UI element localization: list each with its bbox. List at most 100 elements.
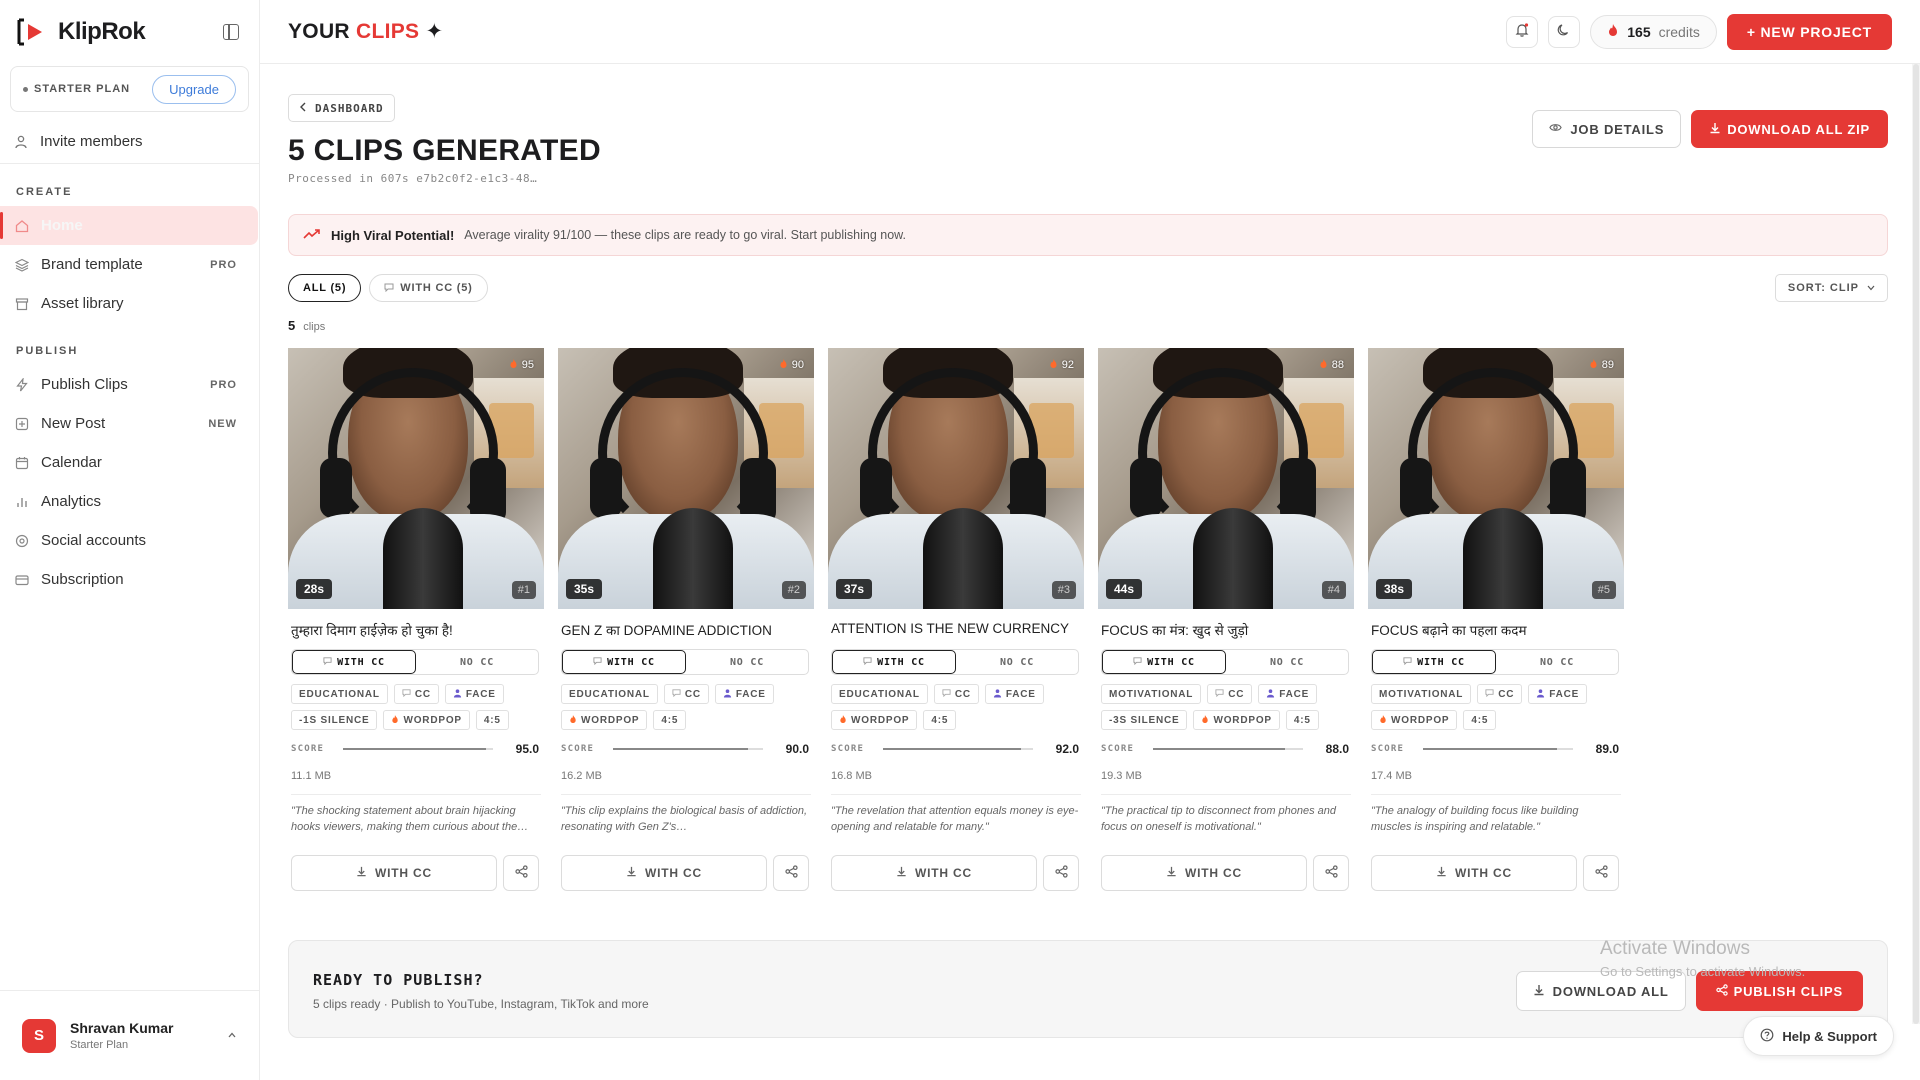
score-bar: [343, 748, 493, 750]
file-size: 16.8 MB: [831, 770, 1081, 795]
chat-bubble-icon: [1485, 688, 1494, 700]
clip-card: 89 38s #5 FOCUS बढ़ाने का पहला कदम WITH …: [1368, 348, 1624, 891]
with-cc-option[interactable]: WITH CC: [1102, 650, 1226, 674]
sidebar-collapse-icon[interactable]: [223, 24, 239, 40]
clip-tag-label: 4:5: [931, 714, 949, 726]
virality-value: 92: [1061, 359, 1074, 371]
brand-logo[interactable]: KlipRok: [16, 16, 146, 48]
new-project-button[interactable]: + NEW PROJECT: [1726, 13, 1892, 50]
clip-thumbnail[interactable]: 90 35s #2: [558, 348, 814, 609]
clip-thumbnail[interactable]: 88 44s #4: [1098, 348, 1354, 609]
clip-tag: WORDPOP: [383, 710, 470, 730]
sidebar-item-brand-template[interactable]: Brand template PRO: [0, 245, 259, 284]
clip-count-value: 5: [288, 318, 296, 333]
download-all-zip-button[interactable]: DOWNLOAD ALL ZIP: [1691, 110, 1888, 148]
score-bar-fill: [1423, 748, 1557, 750]
no-cc-option[interactable]: NO CC: [416, 650, 538, 674]
score-value: 92.0: [1055, 742, 1079, 756]
notifications-button[interactable]: [1506, 15, 1539, 48]
clip-title: FOCUS बढ़ाने का पहला कदम: [1371, 623, 1527, 638]
back-label: DASHBOARD: [315, 101, 384, 115]
share-clip-button[interactable]: [503, 855, 539, 891]
scrollbar-thumb[interactable]: [1913, 64, 1919, 1024]
with-cc-option[interactable]: WITH CC: [292, 650, 416, 674]
sidebar-item-analytics[interactable]: Analytics: [0, 482, 259, 521]
score-bar-fill: [883, 748, 1021, 750]
theme-toggle-button[interactable]: [1548, 15, 1581, 48]
publish-clips-label: PUBLISH CLIPS: [1733, 983, 1843, 999]
no-cc-option[interactable]: NO CC: [1226, 650, 1348, 674]
score-bar: [883, 748, 1033, 750]
with-cc-option[interactable]: WITH CC: [562, 650, 686, 674]
share-clip-button[interactable]: [1043, 855, 1079, 891]
sidebar-item-social-accounts[interactable]: Social accounts: [0, 521, 259, 560]
thumbnail-microphone: [1193, 508, 1273, 609]
clip-thumbnail[interactable]: 89 38s #5: [1368, 348, 1624, 609]
download-with-cc-button[interactable]: WITH CC: [291, 855, 497, 891]
clip-tag-label: EDUCATIONAL: [569, 688, 650, 700]
credits-label: credits: [1658, 23, 1700, 40]
sort-dropdown[interactable]: SORT: CLIP: [1774, 274, 1888, 302]
clip-thumbnail[interactable]: 92 37s #3: [828, 348, 1084, 609]
clip-tag-label: CC: [954, 688, 971, 700]
share-clip-button[interactable]: [1313, 855, 1349, 891]
viral-title: High Viral Potential!: [331, 227, 455, 243]
score-label: SCORE: [291, 744, 325, 754]
sidebar-item-asset-library[interactable]: Asset library: [0, 284, 259, 323]
share-clip-button[interactable]: [1583, 855, 1619, 891]
sidebar-item-new-post[interactable]: New Post NEW: [0, 404, 259, 443]
with-cc-option[interactable]: WITH CC: [1372, 650, 1496, 674]
sidebar-item-home[interactable]: Home: [0, 206, 258, 245]
clip-tag: 4:5: [653, 710, 687, 730]
clip-tag-label: MOTIVATIONAL: [1109, 688, 1194, 700]
top-header: YOUR CLIPS ✦ 165 credits + NEW PROJECT: [260, 0, 1920, 64]
clip-duration: 44s: [1106, 579, 1143, 599]
user-menu[interactable]: S Shravan Kumar Starter Plan: [0, 990, 259, 1080]
credits-button[interactable]: 165 credits: [1590, 14, 1717, 49]
download-with-cc-button[interactable]: WITH CC: [831, 855, 1037, 891]
logo-row: KlipRok: [0, 0, 259, 64]
no-cc-option[interactable]: NO CC: [1496, 650, 1618, 674]
job-details-button[interactable]: JOB DETAILS: [1532, 110, 1682, 148]
download-with-cc-label: WITH CC: [915, 866, 972, 880]
download-with-cc-button[interactable]: WITH CC: [1101, 855, 1307, 891]
filter-chip-with-cc[interactable]: WITH CC (5): [369, 274, 488, 302]
chat-bubble-icon: [402, 688, 411, 700]
download-with-cc-button[interactable]: WITH CC: [561, 855, 767, 891]
download-with-cc-label: WITH CC: [1455, 866, 1512, 880]
clip-tag-label: MOTIVATIONAL: [1379, 688, 1464, 700]
virality-score: 89: [1589, 358, 1614, 372]
sidebar-item-calendar[interactable]: Calendar: [0, 443, 259, 482]
with-cc-label: WITH CC: [1417, 656, 1465, 668]
clip-reason-quote: "The analogy of building focus like buil…: [1371, 805, 1579, 833]
sidebar: KlipRok STARTER PLAN Upgrade Invite memb…: [0, 0, 260, 1080]
moon-icon: [1556, 22, 1572, 41]
cc-toggle: WITH CC NO CC: [1101, 649, 1349, 675]
virality-score: 95: [509, 358, 534, 372]
clip-tag-label: -3S SILENCE: [1109, 714, 1180, 726]
back-to-dashboard-button[interactable]: DASHBOARD: [288, 94, 395, 122]
sidebar-item-subscription[interactable]: Subscription: [0, 560, 259, 599]
share-icon: [1715, 983, 1728, 999]
help-support-button[interactable]: Help & Support: [1743, 1016, 1894, 1056]
no-cc-option[interactable]: NO CC: [686, 650, 808, 674]
download-with-cc-button[interactable]: WITH CC: [1371, 855, 1577, 891]
sidebar-item-label: New Post: [41, 415, 106, 432]
filter-chip-all[interactable]: ALL (5): [288, 274, 362, 302]
clip-tag-label: CC: [414, 688, 431, 700]
no-cc-option[interactable]: NO CC: [956, 650, 1078, 674]
help-support-label: Help & Support: [1782, 1028, 1877, 1044]
invite-members-button[interactable]: Invite members: [0, 120, 259, 164]
clip-tag: WORDPOP: [561, 710, 648, 730]
processed-info: Processed in 607s e7b2c0f2-e1c3-48…: [288, 172, 538, 185]
share-clip-button[interactable]: [773, 855, 809, 891]
with-cc-option[interactable]: WITH CC: [832, 650, 956, 674]
sidebar-item-publish-clips[interactable]: Publish Clips PRO: [0, 365, 259, 404]
upgrade-button[interactable]: Upgrade: [152, 74, 236, 104]
clip-card: 92 37s #3 ATTENTION IS THE NEW CURRENCY …: [828, 348, 1084, 891]
download-icon: [1166, 866, 1177, 880]
clip-thumbnail[interactable]: 95 28s #1: [288, 348, 544, 609]
download-icon: [1436, 866, 1447, 880]
sidebar-item-label: Asset library: [41, 295, 124, 312]
flame-icon: [1589, 358, 1598, 372]
